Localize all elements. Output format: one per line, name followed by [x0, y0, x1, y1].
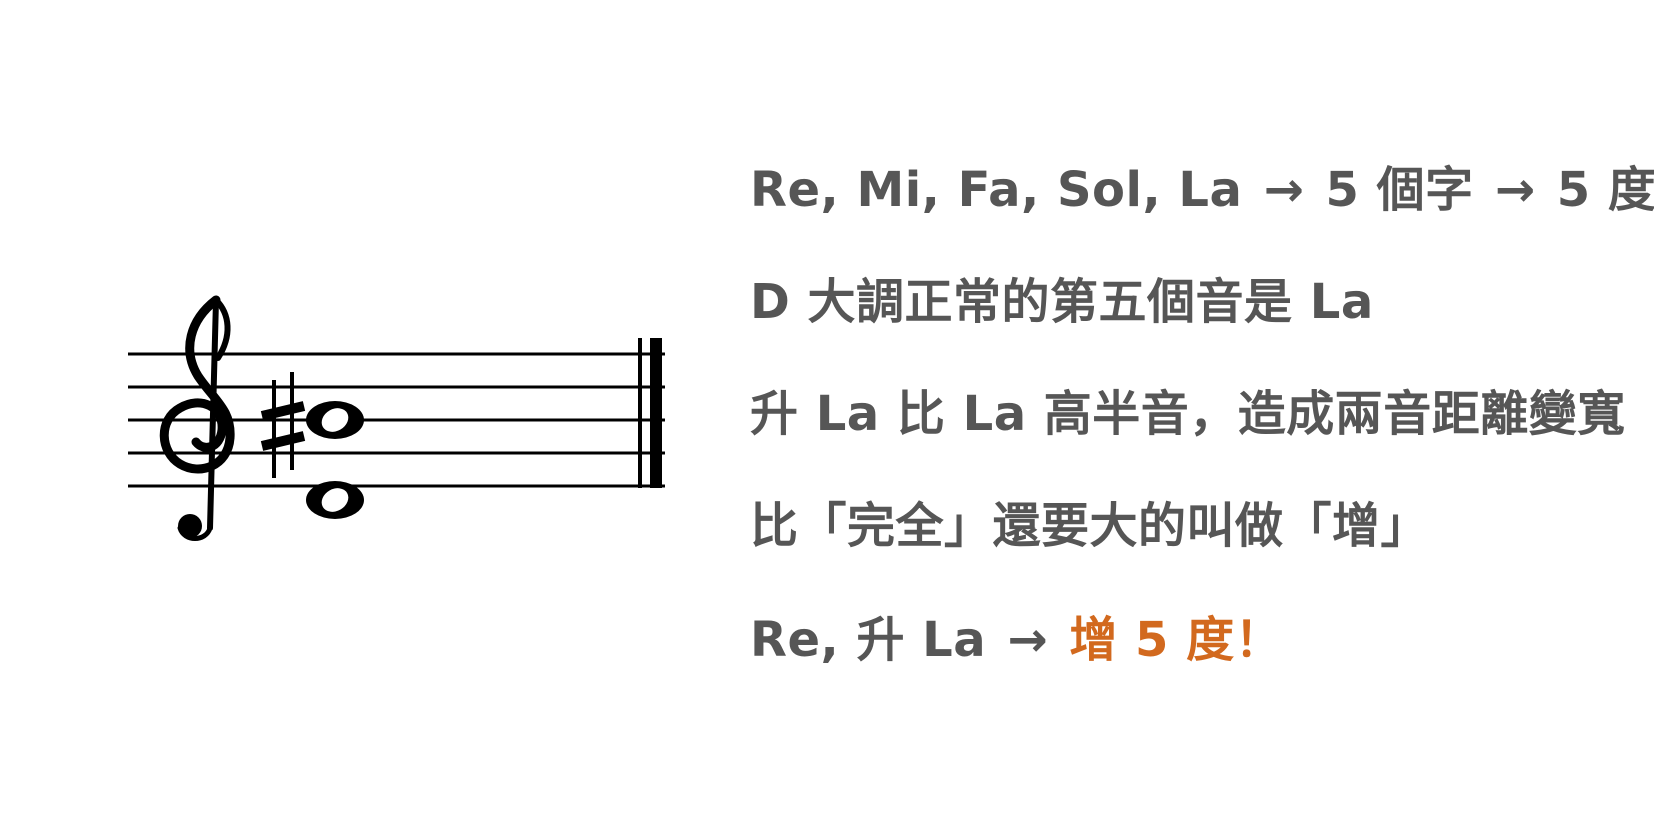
note-a-sharp [306, 401, 364, 439]
interval-number: 5 度 [1556, 162, 1654, 218]
explanation-line-1: Re, Mi, Fa, Sol, La → 5 個字 → 5 度 [750, 160, 1654, 220]
explanation-line-5: Re, 升 La → 增 5 度！ [750, 610, 1283, 670]
arrow-right-icon: → [1263, 162, 1305, 218]
final-barline [638, 338, 662, 488]
note-count: 5 個字 [1325, 162, 1474, 218]
interval-notes: Re, 升 La [750, 612, 987, 668]
note-d [306, 481, 364, 519]
explanation-line-2: D 大調正常的第五個音是 La [750, 274, 1374, 330]
explanation-line-3: 升 La 比 La 高半音，造成兩音距離變寬 [750, 386, 1626, 442]
interval-note-names: Re, Mi, Fa, Sol, La [750, 162, 1243, 218]
arrow-right-icon: → [1007, 612, 1049, 668]
staff-figure [110, 280, 690, 550]
explanation-line-4: 比「完全」還要大的叫做「增」 [750, 498, 1430, 554]
slide: Re, Mi, Fa, Sol, La → 5 個字 → 5 度 D 大調正常的… [0, 0, 1654, 821]
arrow-right-icon: → [1494, 162, 1536, 218]
conclusion-highlight: 增 5 度！ [1069, 612, 1284, 668]
